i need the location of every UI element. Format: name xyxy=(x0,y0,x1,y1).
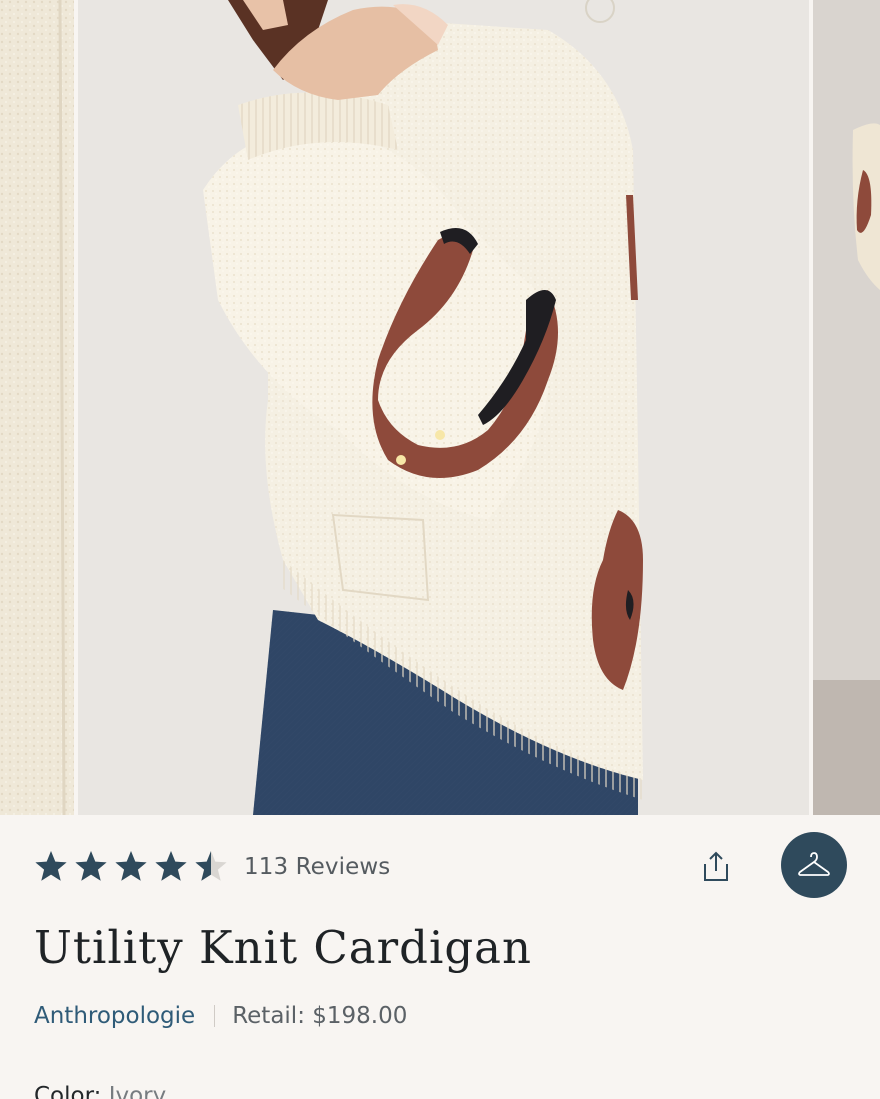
product-page: 113 Reviews Utility Knit Cardigan Anthro… xyxy=(0,0,880,1099)
reviews-link[interactable]: 113 Reviews xyxy=(244,854,390,880)
star-full-icon xyxy=(155,851,187,881)
meta-divider xyxy=(214,1005,216,1027)
share-button[interactable] xyxy=(694,845,738,889)
hanger-icon xyxy=(798,852,830,876)
star-half-icon xyxy=(195,851,227,881)
knit-texture-image xyxy=(0,0,74,815)
brand-link[interactable]: Anthropologie xyxy=(34,1003,195,1029)
product-image-carousel[interactable] xyxy=(0,0,880,815)
share-icon xyxy=(704,851,728,881)
color-label: Color: xyxy=(34,1083,102,1099)
color-value: Ivory xyxy=(108,1083,167,1099)
retail-price: Retail: $198.00 xyxy=(232,1003,408,1029)
color-selector-label: Color: Ivory xyxy=(34,1083,166,1099)
cardigan-thumbnail xyxy=(813,0,880,815)
product-title: Utility Knit Cardigan xyxy=(34,921,532,974)
carousel-main-image[interactable] xyxy=(78,0,809,815)
rating-row: 113 Reviews xyxy=(33,847,390,887)
cardigan-photo xyxy=(78,0,809,815)
star-full-icon xyxy=(115,851,147,881)
product-meta: Anthropologie Retail: $198.00 xyxy=(34,999,407,1033)
carousel-next-image[interactable] xyxy=(813,0,880,815)
product-info-panel: 113 Reviews Utility Knit Cardigan Anthro… xyxy=(0,815,880,1099)
star-full-icon xyxy=(35,851,67,881)
add-to-closet-button[interactable] xyxy=(781,832,847,898)
star-rating xyxy=(33,849,233,885)
star-full-icon xyxy=(75,851,107,881)
carousel-prev-image[interactable] xyxy=(0,0,74,815)
